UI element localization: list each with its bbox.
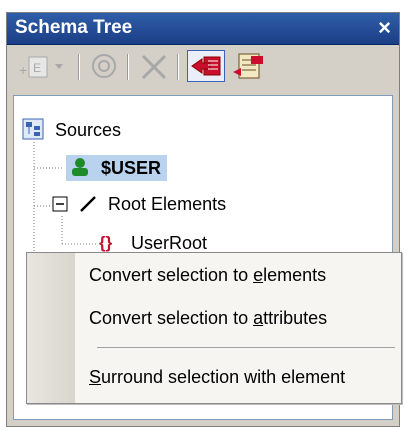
element-icon: {} — [99, 233, 113, 252]
menu-item-surround-with-element[interactable]: Surround selection with element — [89, 367, 345, 388]
tree-node-root-elements[interactable]: Root Elements — [52, 194, 226, 215]
user-icon — [72, 158, 88, 176]
delete-icon — [141, 54, 167, 80]
add-element-icon: + E — [19, 56, 63, 78]
import-icon — [191, 56, 221, 76]
menu-item-label: ttributes — [263, 308, 328, 328]
menu-item-convert-to-elements[interactable]: Convert selection to elements — [89, 265, 326, 286]
root-elements-icon — [80, 196, 96, 212]
target-icon — [92, 54, 116, 78]
tree-node-label: UserRoot — [131, 233, 208, 253]
import-button[interactable] — [187, 50, 225, 82]
close-icon[interactable]: × — [378, 15, 391, 41]
tree-node-user[interactable]: $USER — [66, 155, 168, 181]
title-bar: Schema Tree × — [7, 13, 399, 45]
delete-button[interactable] — [137, 50, 171, 82]
properties-button[interactable] — [231, 50, 269, 82]
menu-item-label: Convert selection to — [89, 265, 254, 285]
tree-node-sources[interactable]: Sources — [22, 118, 121, 141]
tree-node-userroot[interactable]: {} UserRoot — [98, 232, 207, 254]
properties-icon — [233, 53, 263, 79]
menu-item-label: Convert selection to — [89, 308, 254, 328]
schema-sources-icon — [22, 118, 44, 140]
add-element-button[interactable]: + E — [15, 50, 73, 82]
menu-item-label: urround selection with element — [101, 367, 346, 387]
collapse-icon[interactable] — [52, 196, 68, 212]
svg-text:+: + — [19, 62, 27, 78]
add-element-icon-label: E — [33, 61, 41, 75]
menu-icon-strip — [27, 253, 75, 403]
menu-mnemonic: a — [253, 308, 264, 328]
menu-mnemonic: e — [253, 265, 264, 285]
tree-node-label: Sources — [55, 120, 122, 140]
svg-text:{}: {} — [99, 233, 113, 252]
toolbar-separator — [78, 54, 80, 80]
menu-item-convert-to-attributes[interactable]: Convert selection to attributes — [89, 308, 327, 329]
panel-title: Schema Tree — [15, 17, 133, 38]
context-menu: Convert selection to elements Convert se… — [26, 252, 402, 404]
menu-item-label: lements — [263, 265, 327, 285]
tree-node-label: $USER — [101, 158, 162, 178]
menu-separator — [97, 347, 395, 348]
target-button[interactable] — [87, 50, 121, 82]
menu-mnemonic: S — [89, 367, 102, 387]
toolbar: + E — [7, 46, 399, 88]
tree-node-label: Root Elements — [108, 194, 227, 214]
toolbar-separator — [177, 54, 179, 80]
toolbar-separator — [127, 54, 129, 80]
